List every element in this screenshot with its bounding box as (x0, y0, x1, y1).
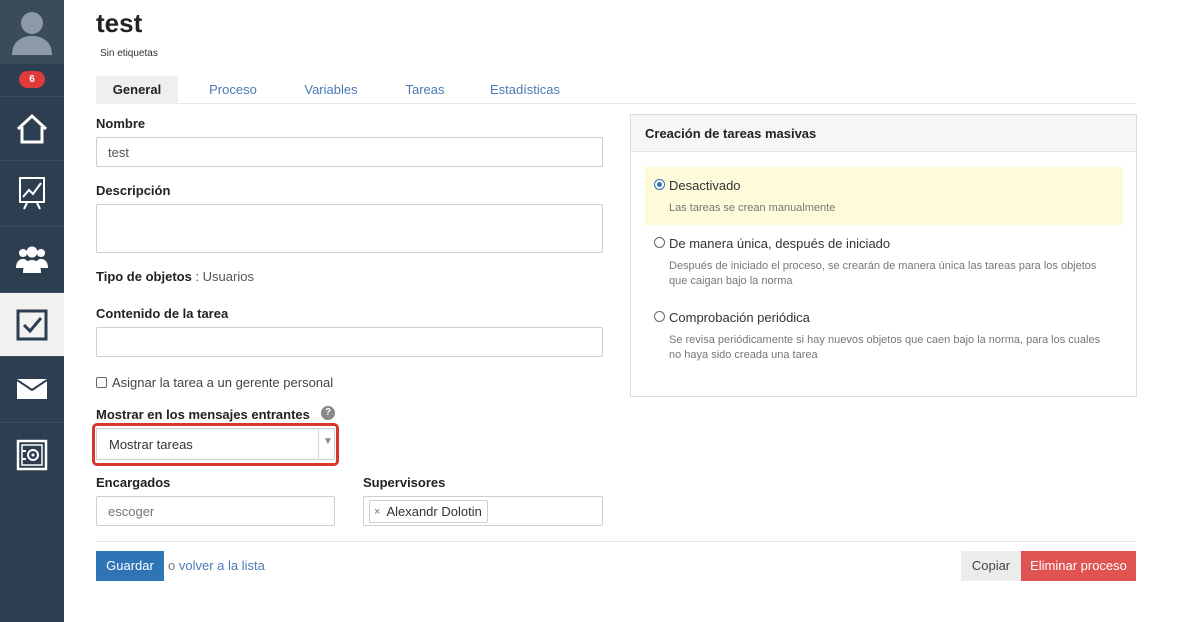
assignees-input[interactable] (96, 496, 335, 526)
sidebar-item-settings[interactable] (0, 422, 64, 486)
tab-tasks[interactable]: Tareas (394, 76, 456, 104)
object-type: Tipo de objetos : Usuarios (96, 269, 254, 284)
tags-label[interactable]: Sin etiquetas (100, 48, 158, 59)
select-divider (318, 429, 319, 459)
radio-once[interactable] (654, 237, 665, 248)
back-to-list-link[interactable]: volver a la lista (179, 558, 265, 573)
option-title[interactable]: Comprobación periódica (669, 310, 810, 325)
supervisors-label: Supervisores (363, 475, 446, 490)
object-type-label: Tipo de objetos (96, 269, 192, 284)
sidebar-item-tasks[interactable] (0, 292, 64, 356)
home-icon (16, 113, 48, 143)
assign-manager-checkbox[interactable] (96, 377, 107, 388)
user-avatar-icon (12, 12, 52, 55)
safe-settings-icon (16, 439, 48, 470)
tasks-checkbox-icon (16, 309, 48, 340)
chevron-down-icon[interactable]: ▼ (323, 436, 333, 447)
task-content-input[interactable] (96, 327, 603, 357)
description-textarea[interactable] (96, 204, 603, 253)
option-title[interactable]: Desactivado (669, 178, 741, 193)
tab-process[interactable]: Proceso (196, 76, 270, 104)
show-in-messages-select[interactable]: Mostrar tareas ▼ (96, 428, 335, 460)
assign-manager-label[interactable]: Asignar la tarea a un gerente personal (112, 375, 333, 390)
show-in-messages-label: Mostrar en los mensajes entrantes (96, 407, 310, 422)
option-once[interactable]: De manera única, después de iniciado Des… (645, 227, 1123, 293)
tab-bar: General Proceso Variables Tareas Estadís… (96, 76, 1136, 104)
chart-icon (19, 176, 45, 209)
object-type-value: : Usuarios (191, 269, 254, 284)
or-label: o (168, 558, 176, 573)
sidebar-item-analytics[interactable] (0, 160, 64, 224)
select-value: Mostrar tareas (109, 437, 193, 452)
delete-process-button[interactable]: Eliminar proceso (1021, 551, 1136, 581)
remove-tag-icon[interactable]: × (374, 506, 380, 518)
panel-title: Creación de tareas masivas (631, 115, 1136, 152)
notification-badge[interactable]: 6 (19, 71, 45, 88)
sidebar-item-mail[interactable] (0, 356, 64, 420)
copy-button[interactable]: Copiar (961, 551, 1021, 581)
option-title[interactable]: De manera única, después de iniciado (669, 236, 890, 251)
option-description: Después de iniciado el proceso, se crear… (669, 260, 1097, 287)
option-disabled[interactable]: Desactivado Las tareas se crean manualme… (645, 167, 1123, 225)
mail-icon (16, 378, 48, 399)
page-title: test (96, 8, 143, 38)
footer-divider (96, 541, 1136, 542)
option-description: Las tareas se crean manualmente (669, 202, 836, 214)
option-description: Se revisa periódicamente si hay nuevos o… (669, 334, 1101, 361)
radio-periodic[interactable] (654, 311, 665, 322)
mass-tasks-panel: Creación de tareas masivas Desactivado L… (630, 114, 1137, 397)
tab-general[interactable]: General (96, 76, 178, 104)
description-label: Descripción (96, 183, 171, 198)
supervisor-chip: × Alexandr Dolotin (369, 500, 488, 523)
assign-manager-row[interactable]: Asignar la tarea a un gerente personal (96, 375, 333, 390)
radio-disabled[interactable] (654, 179, 665, 190)
sidebar-item-users[interactable] (0, 226, 64, 290)
save-button[interactable]: Guardar (96, 551, 164, 581)
sidebar-item-home[interactable] (0, 96, 64, 160)
avatar[interactable] (0, 0, 64, 64)
task-content-label: Contenido de la tarea (96, 306, 229, 321)
name-label: Nombre (96, 116, 146, 131)
supervisor-name: Alexandr Dolotin (386, 504, 482, 519)
users-icon (16, 246, 48, 273)
name-input[interactable] (96, 137, 603, 167)
assignees-label: Encargados (96, 475, 171, 490)
tab-statistics[interactable]: Estadísticas (482, 76, 568, 104)
tab-variables[interactable]: Variables (293, 76, 369, 104)
option-periodic[interactable]: Comprobación periódica Se revisa periódi… (645, 301, 1123, 367)
sidebar: 6 (0, 0, 64, 622)
help-icon[interactable]: ? (321, 406, 335, 420)
or-text: o volver a la lista (168, 558, 265, 573)
